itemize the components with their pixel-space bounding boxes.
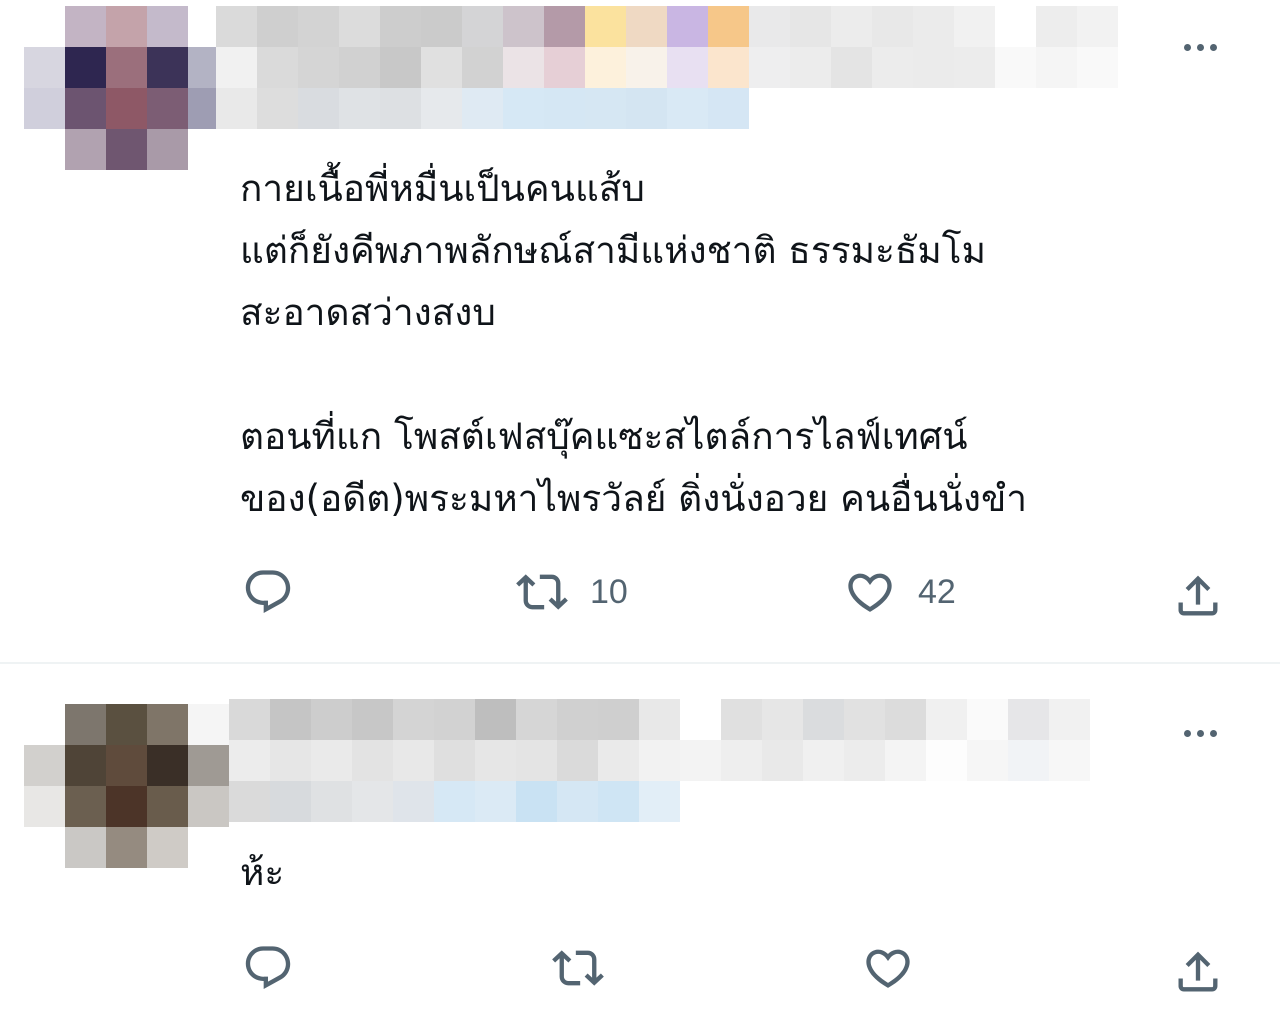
- like-button[interactable]: 42: [844, 566, 956, 618]
- user-info[interactable]: [216, 6, 1118, 129]
- tweet: กายเนื้อพี่หมื่นเป็นคนแส้บ แต่ก็ยังคีพภา…: [0, 0, 1280, 662]
- user-info[interactable]: [229, 699, 1131, 822]
- retweet-icon: [516, 574, 568, 610]
- reply-button[interactable]: [242, 942, 316, 994]
- tweet-text: กายเนื้อพี่หมื่นเป็นคนแส้บ แต่ก็ยังคีพภา…: [240, 167, 1028, 520]
- more-options-icon: [1183, 43, 1191, 51]
- reply-icon: [245, 946, 291, 990]
- share-icon: [1178, 951, 1218, 992]
- share-button[interactable]: [1172, 570, 1224, 622]
- tweet-text: ห้ะ: [240, 851, 285, 894]
- retweet-button[interactable]: [552, 942, 626, 994]
- tweet-actions: [240, 942, 1230, 1002]
- tweet: ห้ะ: [0, 664, 1280, 1021]
- more-options-button[interactable]: [1172, 718, 1228, 748]
- retweet-icon: [552, 950, 604, 986]
- heart-icon: [866, 949, 910, 988]
- like-count: 42: [918, 572, 956, 611]
- more-options-icon: [1183, 729, 1191, 737]
- heart-icon: [848, 573, 892, 612]
- tweet-actions: 10 42: [240, 566, 1230, 626]
- share-icon: [1178, 575, 1218, 616]
- share-button[interactable]: [1172, 946, 1224, 998]
- avatar[interactable]: [24, 6, 229, 170]
- retweet-count: 10: [590, 572, 628, 611]
- reply-icon: [245, 570, 291, 614]
- retweet-button[interactable]: 10: [516, 566, 628, 618]
- more-options-button[interactable]: [1172, 32, 1228, 62]
- reply-button[interactable]: [242, 566, 316, 618]
- avatar[interactable]: [24, 704, 229, 868]
- like-button[interactable]: [862, 942, 936, 994]
